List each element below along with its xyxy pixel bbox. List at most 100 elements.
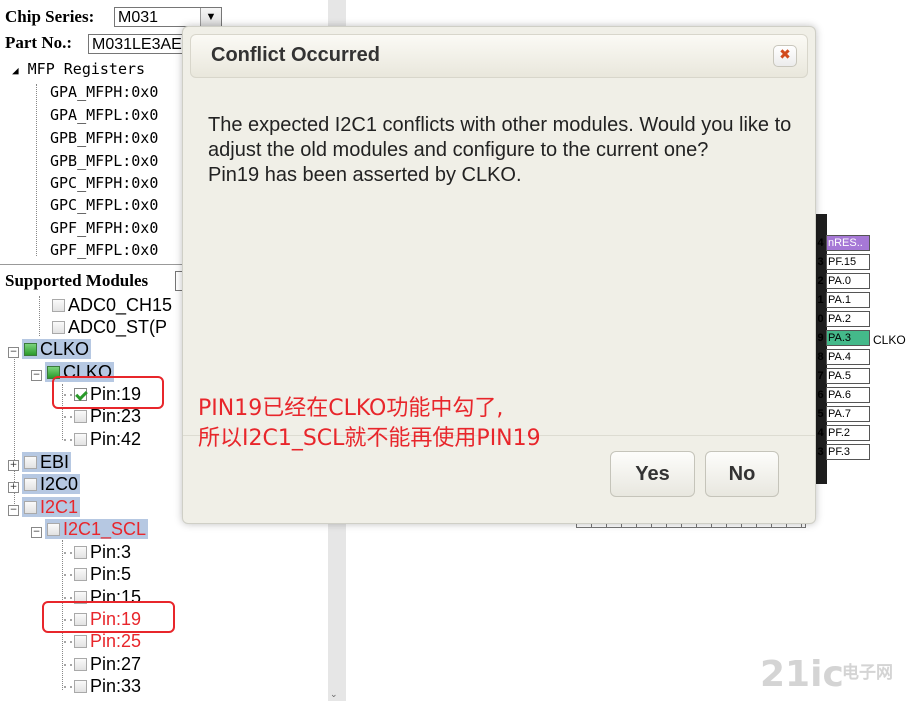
chevron-down-icon[interactable]: ▼ xyxy=(200,8,221,26)
clko-pin-42[interactable]: ·· Pin:42 xyxy=(62,428,141,450)
pin-number: 1 xyxy=(817,294,824,306)
scl-pin-5[interactable]: ·· Pin:5 xyxy=(62,563,131,585)
mfp-registers-node[interactable]: ◢ MFP Registers xyxy=(12,60,145,78)
module-ebi[interactable]: + EBI xyxy=(8,451,72,473)
scl-pin-25[interactable]: ·· Pin:25 xyxy=(62,630,141,652)
chip-pin-box[interactable]: PA.0 xyxy=(826,273,870,289)
mfp-register-item[interactable]: GPB_MFPL:0x0 xyxy=(50,152,158,170)
scl-pin-33[interactable]: ·· Pin:33 xyxy=(62,675,141,697)
chip-pin-box[interactable]: nRES.. xyxy=(826,235,870,251)
checkbox[interactable] xyxy=(74,568,87,581)
checkbox[interactable] xyxy=(47,523,60,536)
mfp-register-item[interactable]: GPC_MFPL:0x0 xyxy=(50,196,158,214)
pin-label: Pin:25 xyxy=(90,631,142,651)
part-no-value: M031LE3AE xyxy=(92,36,182,53)
annotation-line2: 所以I2C1_SCL就不能再使用PIN19 xyxy=(198,426,541,451)
chip-pin-box[interactable]: PA.5 xyxy=(826,368,870,384)
pin-number: 7 xyxy=(817,370,824,382)
dialog-message-line1: The expected I2C1 conflicts with other m… xyxy=(208,114,792,161)
pin-number: 4 xyxy=(817,237,824,249)
module-clko[interactable]: − CLKO xyxy=(8,338,92,360)
expand-icon[interactable]: + xyxy=(8,482,19,493)
chip-pin-box[interactable]: PF.3 xyxy=(826,444,870,460)
watermark-text: 21ic xyxy=(760,654,844,695)
checkbox[interactable] xyxy=(74,680,87,693)
checkbox[interactable] xyxy=(52,299,65,312)
pin-label: Pin:27 xyxy=(90,654,142,674)
tree-line xyxy=(36,84,38,256)
module-i2c0[interactable]: + I2C0 xyxy=(8,473,81,495)
tree-line xyxy=(39,296,40,336)
chip-pin-box[interactable]: PA.7 xyxy=(826,406,870,422)
chip-pin-box[interactable]: PA.3 xyxy=(826,330,870,346)
pin-number: 5 xyxy=(817,408,824,420)
checkbox[interactable] xyxy=(74,658,87,671)
collapse-icon[interactable]: − xyxy=(31,527,42,538)
collapse-icon[interactable]: − xyxy=(31,370,42,381)
pin-number: 3 xyxy=(817,256,824,268)
mfp-register-item[interactable]: GPF_MFPL:0x0 xyxy=(50,241,158,259)
module-adc0-st[interactable]: ADC0_ST(P xyxy=(52,316,167,338)
pin-label: Pin:33 xyxy=(90,676,142,696)
dialog-titlebar[interactable]: Conflict Occurred ✖ xyxy=(190,34,808,78)
pin-number: 6 xyxy=(817,389,824,401)
close-icon[interactable]: ✖ xyxy=(773,45,797,67)
checkbox[interactable] xyxy=(24,343,37,356)
dialog-message: The expected I2C1 conflicts with other m… xyxy=(208,113,798,188)
scl-pin-27[interactable]: ·· Pin:27 xyxy=(62,653,141,675)
chip-series-select[interactable]: M031 ▼ xyxy=(114,7,222,27)
module-i2c1-scl[interactable]: − I2C1_SCL xyxy=(31,518,149,540)
part-no-select[interactable]: M031LE3AE xyxy=(88,34,188,54)
supported-modules-label: Supported Modules xyxy=(5,271,149,290)
collapse-icon[interactable]: − xyxy=(8,505,19,516)
scroll-down-icon[interactable]: ⌄ xyxy=(330,690,338,700)
chip-pin-box[interactable]: PA.4 xyxy=(826,349,870,365)
pin-function-label: CLKO xyxy=(873,333,906,347)
module-label: I2C1_SCL xyxy=(63,519,147,539)
expand-icon[interactable]: + xyxy=(8,460,19,471)
mfp-register-item[interactable]: GPA_MFPH:0x0 xyxy=(50,83,158,101)
chip-pin-box[interactable]: PA.1 xyxy=(826,292,870,308)
checkbox[interactable] xyxy=(52,321,65,334)
pin-number: 4 xyxy=(817,427,824,439)
mfp-register-item[interactable]: GPC_MFPH:0x0 xyxy=(50,174,158,192)
checkbox[interactable] xyxy=(74,546,87,559)
module-adc0-ch15[interactable]: ADC0_CH15 xyxy=(52,294,172,316)
checkbox[interactable] xyxy=(74,635,87,648)
module-i2c1[interactable]: − I2C1 xyxy=(8,496,81,518)
pin-label: Pin:3 xyxy=(90,542,132,562)
pin-label: Pin:23 xyxy=(90,406,142,426)
chip-pin-box[interactable]: PA.6 xyxy=(826,387,870,403)
chip-pin-box[interactable]: PA.2 xyxy=(826,311,870,327)
checkbox[interactable] xyxy=(24,478,37,491)
scl-pin-3[interactable]: ·· Pin:3 xyxy=(62,541,131,563)
no-button[interactable]: No xyxy=(705,451,779,497)
checkbox[interactable] xyxy=(24,501,37,514)
checkbox[interactable] xyxy=(24,456,37,469)
part-no-label: Part No.: xyxy=(5,33,73,52)
module-label: CLKO xyxy=(40,339,90,359)
chip-pin-box[interactable]: PF.15 xyxy=(826,254,870,270)
mfp-registers-label: MFP Registers xyxy=(27,60,146,78)
collapse-icon[interactable]: − xyxy=(8,347,19,358)
chip-series-value: M031 xyxy=(118,9,159,26)
checkbox[interactable] xyxy=(74,433,87,446)
mfp-register-item[interactable]: GPF_MFPH:0x0 xyxy=(50,219,158,237)
pin-number: 0 xyxy=(817,313,824,325)
chip-series-label: Chip Series: xyxy=(5,7,95,26)
divider xyxy=(0,264,182,265)
pin-number: 2 xyxy=(817,275,824,287)
tree-collapse-icon[interactable]: ◢ xyxy=(12,64,19,77)
mfp-register-item[interactable]: GPA_MFPL:0x0 xyxy=(50,106,158,124)
pin-number: 3 xyxy=(817,446,824,458)
pin-number: 9 xyxy=(817,332,824,344)
module-label: I2C1 xyxy=(40,497,79,517)
chip-pin-box[interactable]: PF.2 xyxy=(826,425,870,441)
dialog-title: Conflict Occurred xyxy=(211,44,380,66)
yes-button[interactable]: Yes xyxy=(610,451,695,497)
mfp-register-item[interactable]: GPB_MFPH:0x0 xyxy=(50,129,158,147)
watermark-logo: 21ic xyxy=(760,655,844,695)
checkbox[interactable] xyxy=(74,410,87,423)
annotation-box-scl-pin19 xyxy=(42,601,175,633)
annotation-box-clko-pin19 xyxy=(52,376,164,409)
